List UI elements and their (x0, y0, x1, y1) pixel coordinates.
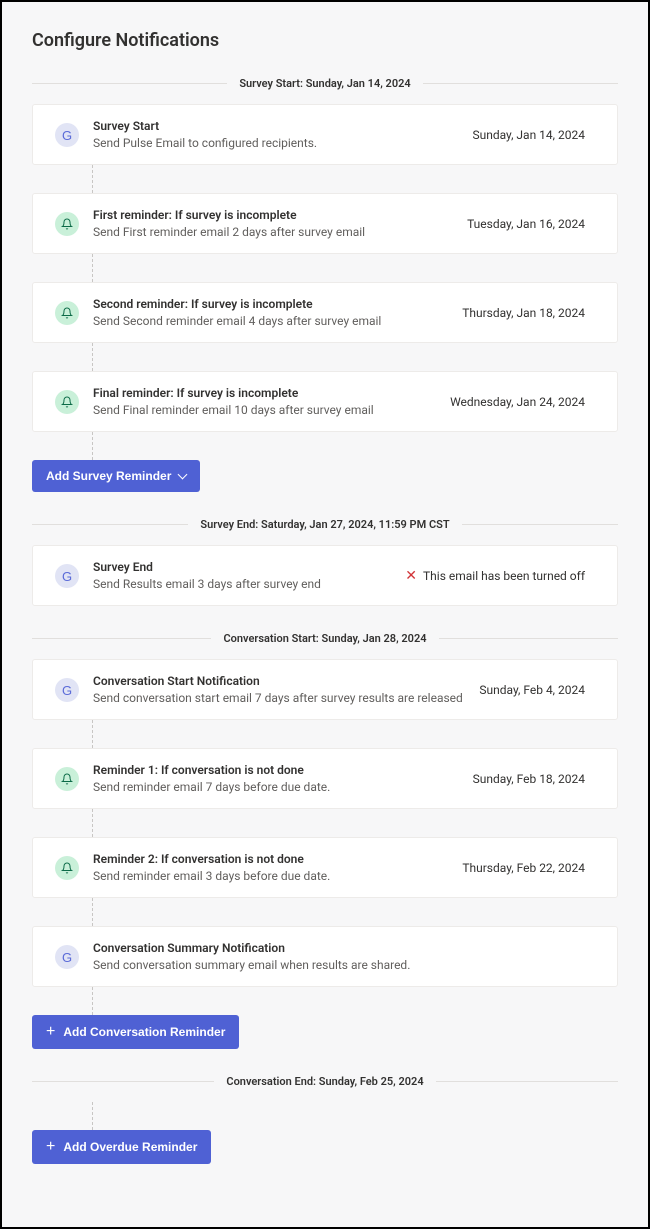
card-title: Final reminder: If survey is incomplete (93, 386, 436, 400)
timeline-connector (92, 720, 618, 748)
plus-icon: + (46, 1139, 55, 1155)
timeline-connector (92, 343, 618, 371)
bell-icon (61, 396, 73, 408)
glint-icon: G (55, 678, 79, 702)
glint-icon: G (55, 564, 79, 588)
section-divider: Conversation End: Sunday, Feb 25, 2024 (32, 1075, 618, 1088)
bell-icon (55, 767, 79, 791)
add-conversation-reminder-button[interactable]: + Add Conversation Reminder (32, 1015, 239, 1049)
section-divider: Survey Start: Sunday, Jan 14, 2024 (32, 77, 618, 90)
notification-card[interactable]: G Conversation Summary Notification Send c… (32, 926, 618, 987)
card-date: Thursday, Feb 22, 2024 (462, 861, 599, 875)
timeline-connector (92, 254, 618, 282)
card-date: Sunday, Jan 14, 2024 (472, 128, 599, 142)
card-description: Send reminder email 3 days before due da… (93, 869, 448, 883)
close-icon: ✕ (405, 569, 417, 583)
bell-icon (61, 773, 73, 785)
bell-icon (55, 212, 79, 236)
timeline-connector (92, 165, 618, 193)
card-description: Send Pulse Email to configured recipient… (93, 136, 458, 150)
card-date: Sunday, Feb 4, 2024 (479, 683, 599, 697)
button-label: Add Conversation Reminder (63, 1025, 225, 1039)
timeline-connector (92, 809, 618, 837)
card-title: Reminder 2: If conversation is not done (93, 852, 448, 866)
timeline-connector (92, 1102, 618, 1130)
button-label: Add Survey Reminder (46, 469, 171, 483)
card-description: Send Second reminder email 4 days after … (93, 314, 448, 328)
card-description: Send Results email 3 days after survey e… (93, 577, 391, 591)
notification-card[interactable]: G Conversation Start Notification Send con… (32, 659, 618, 720)
glint-icon: G (55, 123, 79, 147)
divider-label: Survey Start: Sunday, Jan 14, 2024 (227, 77, 422, 90)
card-date: Sunday, Feb 18, 2024 (473, 772, 599, 786)
card-date: Tuesday, Jan 16, 2024 (467, 217, 599, 231)
card-title: Reminder 1: If conversation is not done (93, 763, 459, 777)
bell-icon (61, 218, 73, 230)
card-description: Send Final reminder email 10 days after … (93, 403, 436, 417)
timeline-connector (92, 898, 618, 926)
bell-icon (55, 856, 79, 880)
section-divider: Survey End: Saturday, Jan 27, 2024, 11:5… (32, 518, 618, 531)
divider-label: Conversation End: Sunday, Feb 25, 2024 (214, 1075, 435, 1088)
card-description: Send reminder email 7 days before due da… (93, 780, 459, 794)
card-title: Survey Start (93, 119, 458, 133)
button-label: Add Overdue Reminder (63, 1140, 197, 1154)
plus-icon: + (46, 1024, 55, 1040)
card-date: Thursday, Jan 18, 2024 (462, 306, 599, 320)
notification-card[interactable]: G Survey End Send Results email 3 days aft… (32, 545, 618, 606)
add-overdue-reminder-button[interactable]: + Add Overdue Reminder (32, 1130, 211, 1164)
add-survey-reminder-button[interactable]: Add Survey Reminder (32, 460, 200, 492)
notification-card[interactable]: Final reminder: If survey is incomplete S… (32, 371, 618, 432)
card-title: Survey End (93, 560, 391, 574)
notification-card[interactable]: Reminder 2: If conversation is not done S… (32, 837, 618, 898)
bell-icon (61, 862, 73, 874)
off-label: This email has been turned off (423, 569, 585, 583)
bell-icon (55, 301, 79, 325)
card-date: Wednesday, Jan 24, 2024 (450, 395, 599, 409)
card-title: First reminder: If survey is incomplete (93, 208, 453, 222)
page-title: Configure Notifications (32, 30, 618, 51)
section-divider: Conversation Start: Sunday, Jan 28, 2024 (32, 632, 618, 645)
timeline-connector (92, 987, 618, 1015)
card-description: Send First reminder email 2 days after s… (93, 225, 453, 239)
glint-icon: G (55, 945, 79, 969)
email-off-status: ✕ This email has been turned off (405, 569, 599, 583)
bell-icon (61, 307, 73, 319)
notification-card[interactable]: First reminder: If survey is incomplete S… (32, 193, 618, 254)
card-title: Conversation Summary Notification (93, 941, 599, 955)
divider-label: Conversation Start: Sunday, Jan 28, 2024 (211, 632, 438, 645)
timeline-connector (92, 432, 618, 460)
bell-icon (55, 390, 79, 414)
divider-label: Survey End: Saturday, Jan 27, 2024, 11:5… (188, 518, 461, 531)
notification-card[interactable]: Reminder 1: If conversation is not done S… (32, 748, 618, 809)
notification-card[interactable]: Second reminder: If survey is incomplete… (32, 282, 618, 343)
notification-card[interactable]: G Survey Start Send Pulse Email to configu… (32, 104, 618, 165)
card-description: Send conversation summary email when res… (93, 958, 599, 972)
card-title: Second reminder: If survey is incomplete (93, 297, 448, 311)
card-title: Conversation Start Notification (93, 674, 465, 688)
card-description: Send conversation start email 7 days aft… (93, 691, 465, 705)
